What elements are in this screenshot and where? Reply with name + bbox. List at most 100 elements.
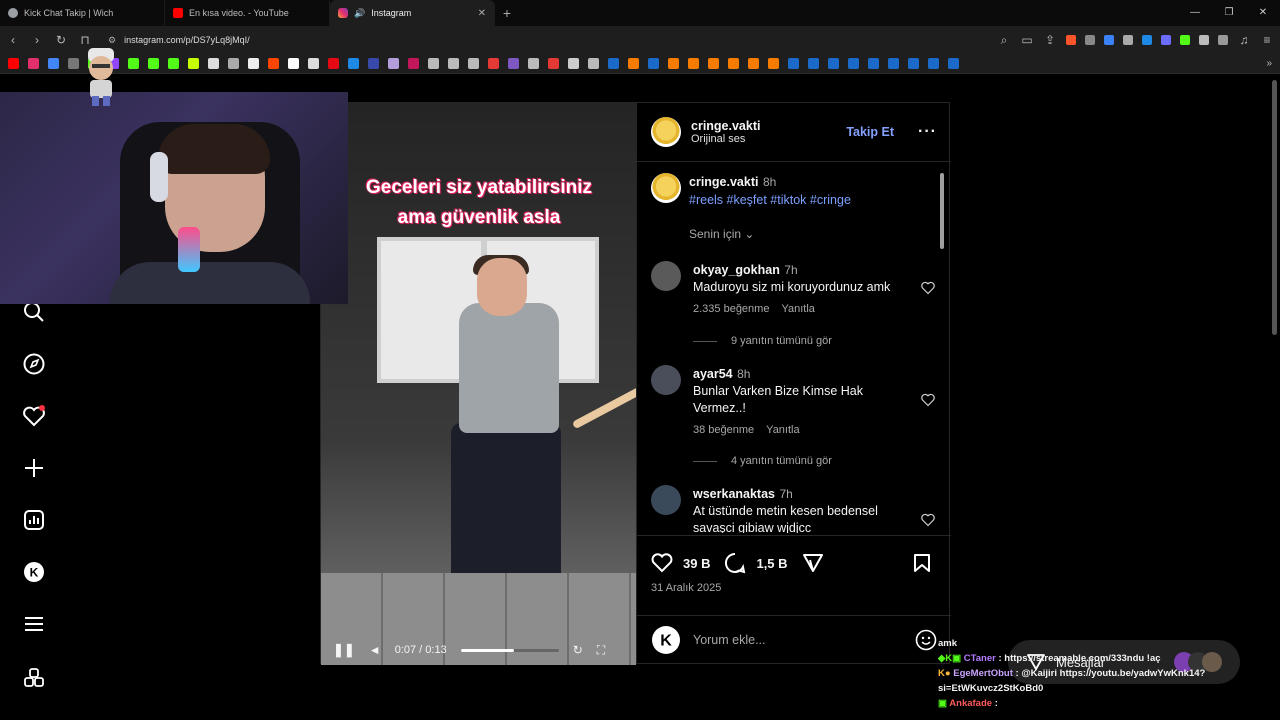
close-tab-icon[interactable]: ✕ — [478, 8, 486, 19]
commenter-username[interactable]: okyay_gokhan — [693, 263, 780, 277]
bookmark-icon[interactable] — [428, 58, 439, 69]
bookmark-kick-icon[interactable] — [148, 58, 159, 69]
bookmark-icon[interactable] — [568, 58, 579, 69]
audio-label[interactable]: Orijinal ses — [691, 133, 760, 145]
bookmark-steam-icon[interactable] — [808, 58, 819, 69]
save-icon[interactable] — [913, 553, 931, 573]
bookmark-icon[interactable] — [508, 58, 519, 69]
pause-icon[interactable]: ❚❚ — [333, 642, 355, 658]
comment-input[interactable]: Yorum ekle... — [693, 633, 903, 647]
address-bar[interactable]: ⚙ instagram.com/p/DS7yLq8jMqI/ — [102, 29, 982, 51]
bookmark-instagram-icon[interactable] — [28, 58, 39, 69]
bookmark-icon[interactable] — [48, 58, 59, 69]
bookmark-icon[interactable] — [688, 58, 699, 69]
bookmark-icon[interactable] — [208, 58, 219, 69]
bookmark-icon[interactable]: ⊓ — [78, 33, 92, 47]
bookmark-steam-icon[interactable] — [848, 58, 859, 69]
bookmark-icon[interactable] — [188, 58, 199, 69]
like-icon[interactable] — [651, 553, 673, 573]
comments-scrollbar[interactable] — [939, 165, 945, 535]
commenter-avatar[interactable] — [651, 365, 681, 395]
bookmark-icon[interactable] — [528, 58, 539, 69]
author-username[interactable]: cringe.vakti — [689, 175, 758, 189]
commenter-username[interactable]: ayar54 — [693, 367, 733, 381]
bookmark-netflix-icon[interactable] — [328, 58, 339, 69]
bookmark-icon[interactable] — [748, 58, 759, 69]
bookmark-kick-icon[interactable] — [168, 58, 179, 69]
author-avatar[interactable] — [651, 117, 681, 147]
extension-icon[interactable] — [1104, 35, 1114, 45]
bookmark-icon[interactable] — [488, 58, 499, 69]
like-comment-icon[interactable] — [921, 281, 935, 295]
emoji-icon[interactable] — [915, 629, 937, 651]
bookmark-steam-icon[interactable] — [908, 58, 919, 69]
comment-likes[interactable]: 2.335 beğenme — [693, 303, 769, 315]
bookmark-reddit-icon[interactable] — [268, 58, 279, 69]
share-icon[interactable] — [802, 553, 824, 573]
like-comment-icon[interactable] — [921, 393, 935, 407]
bookmark-icon[interactable] — [728, 58, 739, 69]
author-avatar[interactable] — [651, 173, 681, 203]
bookmark-steam-icon[interactable] — [928, 58, 939, 69]
follow-button[interactable]: Takip Et — [846, 125, 894, 139]
more-options-icon[interactable]: ··· — [918, 123, 937, 141]
bookmark-icon[interactable] — [628, 58, 639, 69]
commenter-avatar[interactable] — [651, 261, 681, 291]
bookmark-icon[interactable] — [388, 58, 399, 69]
share-icon[interactable]: ⇪ — [1043, 33, 1057, 47]
close-window-icon[interactable]: ✕ — [1246, 0, 1280, 26]
extension-icon[interactable] — [1123, 35, 1133, 45]
dashboard-icon[interactable] — [22, 508, 46, 532]
maximize-icon[interactable]: ❐ — [1212, 0, 1246, 26]
kick-extension-icon[interactable] — [1180, 35, 1190, 45]
brave-shield-icon[interactable] — [1066, 35, 1076, 45]
extension-icon[interactable] — [1161, 35, 1171, 45]
bookmark-icon[interactable] — [548, 58, 559, 69]
bookmark-steam-icon[interactable] — [888, 58, 899, 69]
bookmark-icon[interactable] — [288, 58, 299, 69]
puzzle-icon[interactable] — [1199, 35, 1209, 45]
bookmark-x-icon[interactable] — [248, 58, 259, 69]
comment-icon[interactable] — [724, 552, 746, 574]
bookmark-kick-icon[interactable] — [128, 58, 139, 69]
reload-icon[interactable]: ↻ — [54, 33, 68, 47]
commenter-avatar[interactable] — [651, 485, 681, 515]
bookmark-steam-icon[interactable] — [948, 58, 959, 69]
audio-playing-icon[interactable]: 🔊 — [354, 8, 365, 19]
more-bookmarks-icon[interactable]: » — [1266, 58, 1272, 69]
comment-likes[interactable]: 38 beğenme — [693, 424, 754, 436]
bookmark-icon[interactable] — [448, 58, 459, 69]
explore-icon[interactable] — [22, 352, 46, 376]
view-replies-link[interactable]: 4 yanıtın tümünü gör — [693, 455, 832, 467]
tab-youtube[interactable]: En kısa video. - YouTube — [165, 0, 330, 26]
bookmark-icon[interactable] — [348, 58, 359, 69]
tab-kick-chat[interactable]: Kick Chat Takip | Wich — [0, 0, 165, 26]
notifications-heart-icon[interactable] — [22, 404, 46, 428]
reply-button[interactable]: Yanıtla — [781, 303, 814, 315]
comment-count[interactable]: 1,5 B — [756, 556, 787, 571]
bookmark-icon[interactable] — [368, 58, 379, 69]
bookmark-steam-icon[interactable] — [608, 58, 619, 69]
volume-icon[interactable]: ◄ — [369, 643, 381, 657]
sort-comments-dropdown[interactable]: Senin için ⌄ — [689, 227, 754, 241]
view-replies-link[interactable]: 9 yanıtın tümünü gör — [693, 335, 832, 347]
extension-icon[interactable] — [1085, 35, 1095, 45]
back-icon[interactable]: ‹ — [6, 33, 20, 47]
create-icon[interactable] — [22, 456, 46, 480]
forward-icon[interactable]: › — [30, 33, 44, 47]
reply-button[interactable]: Yanıtla — [766, 424, 799, 436]
bookmark-steam-icon[interactable] — [868, 58, 879, 69]
media-icon[interactable]: ♫ — [1237, 33, 1251, 47]
cast-icon[interactable]: ▭ — [1020, 33, 1034, 47]
bookmark-steam-icon[interactable] — [648, 58, 659, 69]
hashtags-link[interactable]: #reels #keşfet #tiktok #cringe — [689, 193, 851, 207]
bookmark-icon[interactable] — [708, 58, 719, 69]
bookmark-steam-icon[interactable] — [828, 58, 839, 69]
like-count[interactable]: 39 B — [683, 556, 710, 571]
bookmark-icon[interactable] — [228, 58, 239, 69]
new-tab-button[interactable]: + — [495, 0, 519, 26]
page-scrollbar[interactable] — [1270, 80, 1278, 720]
tab-instagram[interactable]: 🔊 Instagram ✕ — [330, 0, 495, 26]
bookmark-icon[interactable] — [768, 58, 779, 69]
bookmark-icon[interactable] — [408, 58, 419, 69]
